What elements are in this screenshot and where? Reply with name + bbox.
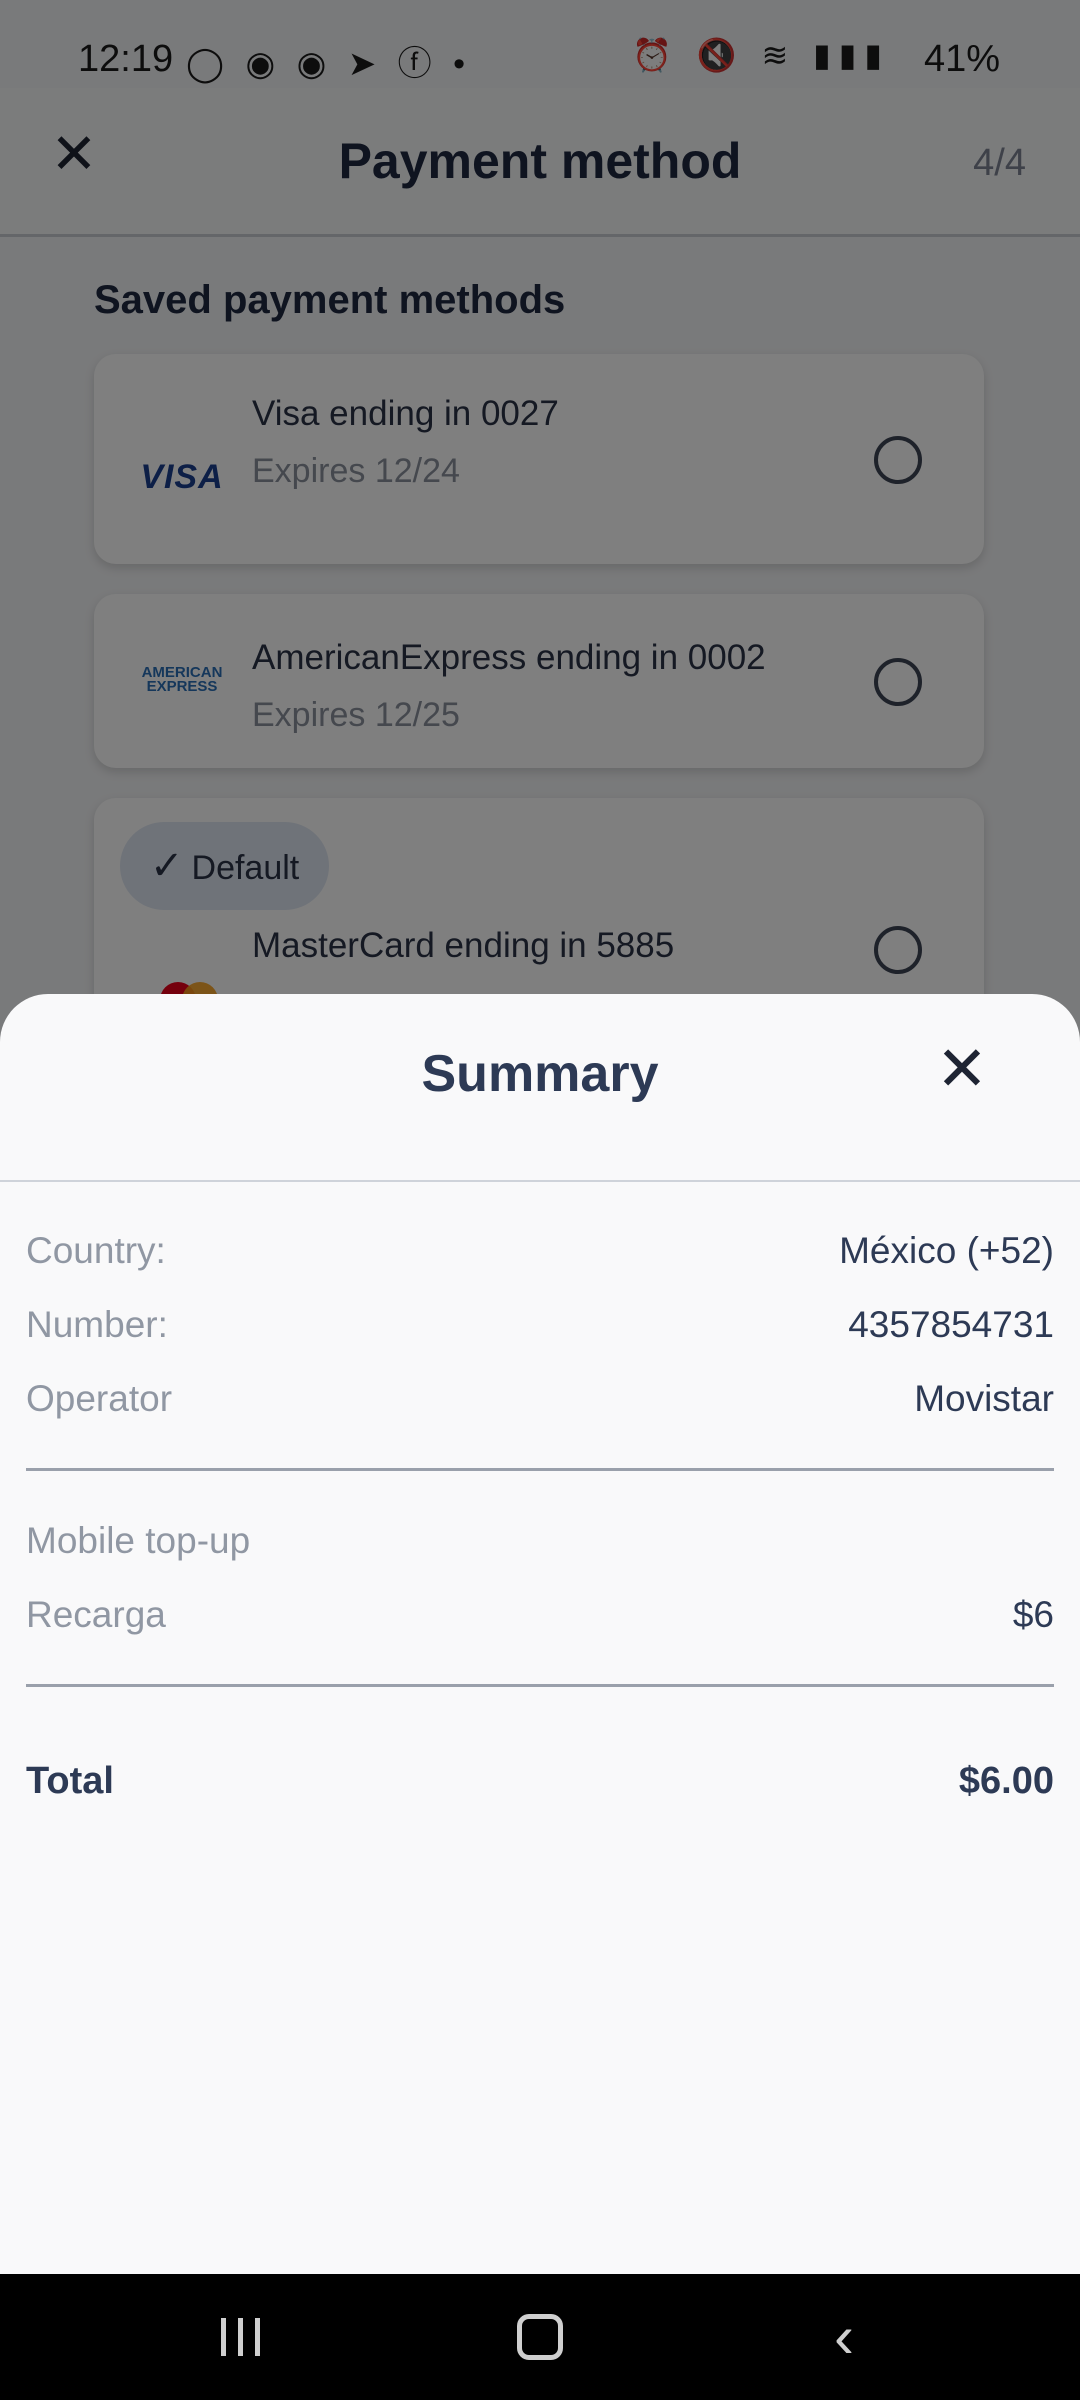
row-label: Number: (26, 1304, 168, 1345)
product-row: Recarga $6 (26, 1594, 1054, 1654)
row-value: Movistar (914, 1378, 1054, 1419)
recents-icon[interactable] (200, 2304, 280, 2370)
row-label: Operator (26, 1378, 173, 1419)
close-icon[interactable]: ✕ (926, 1034, 998, 1106)
product-heading: Mobile top-up (26, 1520, 251, 1561)
product-heading-row: Mobile top-up (26, 1520, 1054, 1580)
row-label: Country: (26, 1230, 166, 1271)
divider (26, 1684, 1054, 1687)
system-nav-bar: ‹ (0, 2274, 1080, 2400)
summary-title: Summary (421, 1045, 659, 1103)
divider (26, 1468, 1054, 1471)
summary-sheet: Summary ✕ Country: México (+52) Number: … (0, 994, 1080, 2274)
detail-row-country: Country: México (+52) (26, 1230, 1054, 1290)
total-value: $6.00 (958, 1760, 1054, 1802)
total-label: Total (26, 1760, 114, 1802)
row-value: 4357854731 (848, 1304, 1054, 1345)
home-icon[interactable] (500, 2304, 580, 2370)
product-value: $6 (1012, 1594, 1054, 1635)
detail-row-operator: Operator Movistar (26, 1378, 1054, 1438)
detail-row-number: Number: 4357854731 (26, 1304, 1054, 1364)
product-label: Recarga (26, 1594, 166, 1635)
divider (0, 1180, 1080, 1182)
row-value: México (+52) (839, 1230, 1054, 1271)
back-icon[interactable]: ‹ (804, 2304, 884, 2370)
